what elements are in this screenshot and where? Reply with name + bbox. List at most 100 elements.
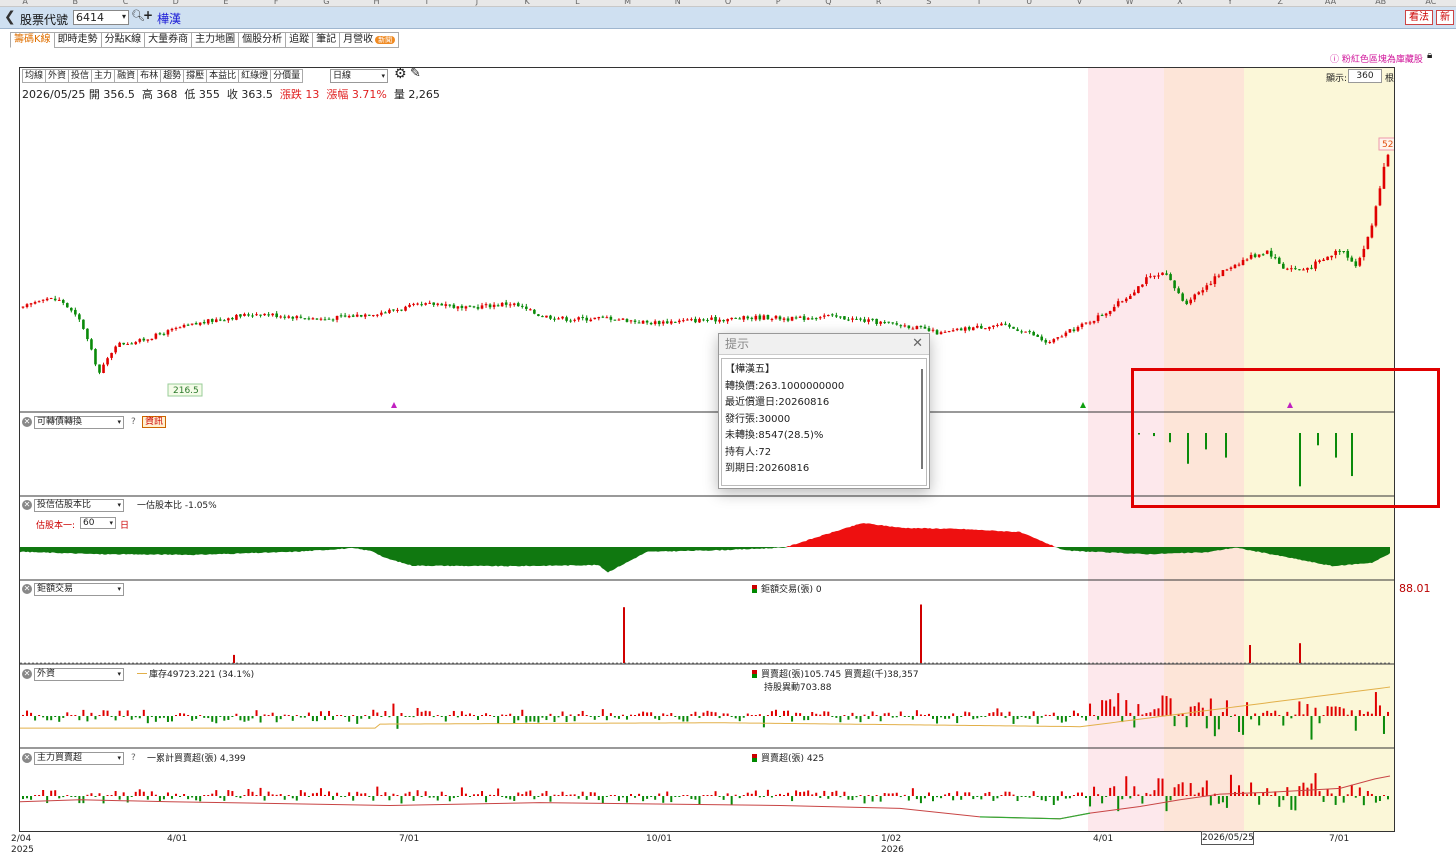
main-force-buysell-bar [283,796,286,800]
candle-body [98,364,101,373]
candle-body [456,306,460,309]
foreign-buysell-bar [408,716,411,717]
main-force-buysell-bar [1000,795,1003,796]
candle-body [895,323,899,325]
display-count-input[interactable]: 360 [1348,69,1382,83]
foreign-buysell-bar [678,716,681,720]
column-letter: Z [1277,0,1284,6]
candle-body [802,316,806,320]
close-icon[interactable]: ✕ [22,584,32,594]
main-force-panel-select[interactable]: 主力買賣超 ▾ [34,752,124,765]
traffic-light-button[interactable]: 紅綠燈 [238,69,271,83]
main-force-buysell-bar [440,791,443,796]
foreign-button[interactable]: 外資 [45,69,69,83]
help-icon[interactable]: ? [131,753,136,763]
candle-body [1269,250,1273,257]
tab-monthly-revenue[interactable]: 月營收 新聞 [339,32,400,48]
candle-body [291,316,295,319]
help-icon[interactable]: ? [131,417,136,427]
ma-button[interactable]: 均線 [22,69,46,83]
close-icon[interactable]: ✕ [22,753,32,763]
candle-body [1129,295,1132,299]
foreign-buysell-bar [207,716,210,719]
candle-body [1358,257,1362,266]
foreign-buysell-bar [1101,700,1104,716]
opinion-button[interactable]: 看法 [1405,10,1433,25]
main-force-buysell-bar [887,793,890,796]
trend-button[interactable]: 趨勢 [160,69,184,83]
close-icon[interactable]: ✕ [22,500,32,510]
period-select[interactable]: 日線 ▾ [330,69,388,83]
candle-body [1137,286,1140,293]
main-force-buysell-bar [746,792,749,796]
cb-info-button[interactable]: 資訊 [142,416,167,428]
main-force-buysell-bar [787,792,790,796]
close-icon[interactable]: ✕ [912,336,923,351]
main-force-buysell-bar [1294,796,1297,811]
main-force-buysell-bar [336,792,339,796]
trust-days-input[interactable]: 60 ▾ [80,517,116,529]
tab-track[interactable]: 追蹤 [285,32,313,48]
pe-ratio-button[interactable]: 本益比 [206,69,239,83]
trust-legend: 一估股本比 -1.05% [137,501,217,511]
main-force-buysell-bar [601,796,604,804]
x-tick-label: 7/01 [1329,834,1350,844]
foreign-buysell-bar [126,710,129,716]
tab-stock-analysis[interactable]: 個股分析 [238,32,286,48]
cb-panel-select[interactable]: 可轉債轉換 ▾ [34,416,124,429]
pen-icon[interactable]: ✎ [410,66,421,81]
chevron-down-icon[interactable]: ▾ [122,10,126,23]
main-force-buysell-bar [1318,791,1321,796]
main-force-buysell-bar [1105,796,1108,797]
add-icon[interactable]: + [143,8,153,22]
candle-body [231,318,234,320]
tab-big-brokers[interactable]: 大量券商 [144,32,192,48]
foreign-buysell-bar [295,715,298,716]
stock-code-input[interactable]: 6414 ▾ [73,10,129,25]
tab-chip-kline[interactable]: 籌碼K線 [10,32,54,48]
tab-realtime[interactable]: 即時走勢 [53,32,101,48]
foreign-panel-select[interactable]: 外資 ▾ [34,668,124,681]
foreign-buysell-bar [1209,698,1212,716]
tab-main-force-map[interactable]: 主力地圖 [191,32,239,48]
foreign-buysell-bar [42,716,45,718]
bollinger-button[interactable]: 布林 [137,69,161,83]
main-force-button[interactable]: 主力 [91,69,115,83]
quote-close: 363.5 [241,88,273,101]
candle-body [436,303,440,305]
volume-by-price-button[interactable]: 分價量 [270,69,304,83]
gear-icon[interactable]: ⚙ [394,66,407,82]
close-icon[interactable]: ✕ [22,417,32,427]
candle-body [315,318,319,320]
lock-icon[interactable]: 🔒︎ [1427,50,1432,61]
main-force-buysell-bar [352,796,355,801]
block-trade-panel-select[interactable]: 鉅額交易 ▾ [34,583,124,596]
foreign-buysell-bar [911,716,914,720]
foreign-buysell-bar [255,710,258,716]
foreign-buysell-bar [392,703,395,716]
trust-panel-select[interactable]: 投信估股本比 ▾ [34,499,124,512]
trust-param-unit: 日 [120,521,130,531]
close-icon[interactable]: ✕ [22,669,32,679]
foreign-buysell-bar [1080,716,1083,718]
foreign-buysell-bar [811,711,814,716]
foreign-buysell-bar [1286,711,1289,716]
foreign-buysell-bar [565,716,568,723]
margin-button[interactable]: 融資 [114,69,138,83]
candle-body [1004,323,1007,325]
foreign-buysell-bar [996,708,999,716]
candle-body [1016,329,1019,331]
main-force-buysell-bar [670,796,673,803]
chevron-left-icon[interactable]: ❮ [4,9,16,25]
trust-button[interactable]: 投信 [68,69,92,83]
candle-body [984,328,987,330]
foreign-buysell-bar [352,715,355,716]
tab-branch-kline[interactable]: 分點K線 [100,32,145,48]
tab-notes[interactable]: 筆記 [312,32,340,48]
main-force-buysell-bar [70,796,73,797]
main-force-buysell-bar [722,796,725,800]
popup-scrollbar[interactable] [921,369,923,469]
candle-body [488,304,492,308]
support-resistance-button[interactable]: 撐壓 [183,69,207,83]
news-button[interactable]: 新 [1436,10,1454,25]
